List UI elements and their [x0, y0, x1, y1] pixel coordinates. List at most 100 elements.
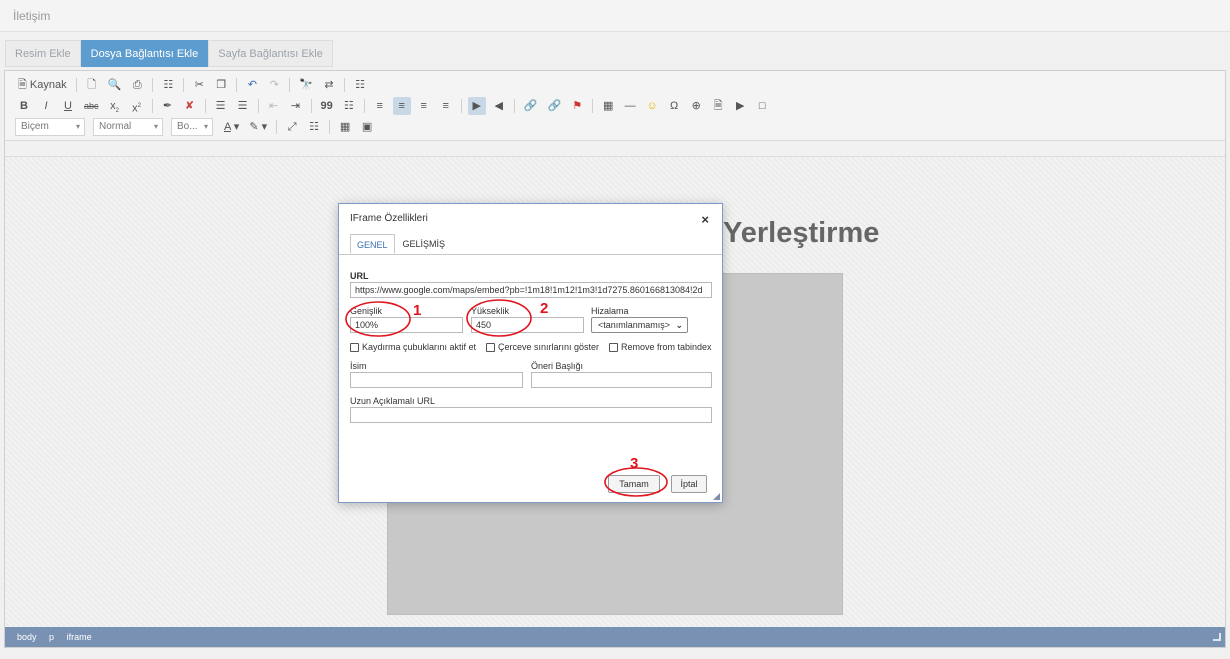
indent-icon[interactable]: ⇥	[287, 97, 305, 115]
close-icon[interactable]: ×	[701, 212, 709, 227]
layout-icon[interactable]: ▣	[358, 118, 376, 136]
cut-icon[interactable]: ✂	[190, 76, 208, 94]
subscript-button[interactable]: x2	[106, 97, 124, 115]
width-input[interactable]: 100%	[350, 317, 463, 333]
iframe-icon[interactable]: 🗎	[709, 97, 727, 115]
tab-sayfa-baglantisi-ekle[interactable]: Sayfa Bağlantısı Ekle	[208, 40, 333, 67]
underline-button[interactable]: U	[59, 97, 77, 115]
toolbar-separator	[183, 78, 185, 92]
remove-format-icon[interactable]: ✘	[181, 97, 199, 115]
youtube-icon[interactable]: ▶	[731, 97, 749, 115]
copy-icon[interactable]: ❐	[212, 76, 230, 94]
unlink-icon[interactable]: 🔗	[544, 97, 564, 115]
dialog-title: IFrame Özellikleri	[350, 213, 428, 224]
resize-grip-icon[interactable]	[1213, 633, 1221, 641]
table-icon[interactable]: ▦	[599, 97, 617, 115]
replace-icon[interactable]: ⇄	[320, 76, 338, 94]
smiley-icon[interactable]: ☺	[643, 97, 661, 115]
html5-video-icon[interactable]: □	[753, 97, 771, 115]
preview-icon[interactable]: 🔍	[105, 76, 125, 94]
justify-icon[interactable]: ≡	[437, 97, 455, 115]
superscript-button[interactable]: x2	[128, 97, 146, 115]
checkbox-box[interactable]	[350, 342, 359, 352]
longdesc-label: Uzun Açıklamalı URL	[350, 396, 436, 406]
rtl-icon[interactable]: ◀	[490, 97, 508, 115]
div-container-icon[interactable]: ☷	[340, 97, 358, 115]
style-combo[interactable]: Normal ▾	[93, 118, 163, 136]
show-blocks-icon[interactable]: ☷	[305, 118, 323, 136]
page-break-icon[interactable]: ⊕	[687, 97, 705, 115]
checkbox-box[interactable]	[486, 342, 495, 352]
tab-bar: Resim Ekle Dosya Bağlantısı Ekle Sayfa B…	[5, 40, 333, 67]
align-right-icon[interactable]: ≡	[415, 97, 433, 115]
format-combo-label: Biçem	[21, 121, 49, 132]
page-header: İletişim	[0, 0, 1230, 32]
horizontal-line-icon[interactable]: ―	[621, 97, 639, 115]
iframe-properties-dialog: IFrame Özellikleri × GENEL GELİŞMİŞ URL …	[338, 203, 723, 503]
cancel-button[interactable]: İptal	[671, 475, 707, 493]
ltr-icon[interactable]: ▶	[467, 97, 486, 115]
toolbar-separator	[289, 78, 291, 92]
toolbar-separator	[151, 99, 153, 113]
toolbar-row-3: Biçem ▾ Normal ▾ Bo... ▾ A ▾ ✎ ▾ ⤢ ☷ ▦ ▣	[15, 118, 380, 136]
tab-resim-ekle[interactable]: Resim Ekle	[5, 40, 81, 67]
url-input[interactable]: https://www.google.com/maps/embed?pb=!1m…	[350, 282, 712, 298]
path-p[interactable]: p	[49, 632, 54, 642]
blockquote-button[interactable]: 99	[318, 97, 336, 115]
ok-button[interactable]: Tamam	[608, 475, 660, 493]
numbered-list-icon[interactable]: ☰	[212, 97, 230, 115]
scrolling-checkbox[interactable]: Kaydırma çubuklarını aktif et	[350, 342, 476, 352]
align-label: Hizalama	[591, 306, 629, 316]
align-center-icon[interactable]: ≡	[392, 97, 411, 115]
print-icon[interactable]: ⎙	[128, 76, 146, 94]
advisory-title-input[interactable]	[531, 372, 712, 388]
frameborder-checkbox[interactable]: Çerceve sınırlarını göster	[486, 342, 599, 352]
toolbar-separator	[592, 99, 594, 113]
toolbar-separator	[363, 99, 365, 113]
chevron-down-icon: ▾	[203, 122, 208, 131]
chevron-down-icon: ⌄	[675, 320, 683, 330]
tab-genel[interactable]: GENEL	[350, 234, 395, 254]
link-icon[interactable]: 🔗	[521, 97, 541, 115]
toolbar-separator	[310, 99, 312, 113]
grid-icon[interactable]: ▦	[336, 118, 354, 136]
maximize-icon[interactable]: ⤢	[283, 118, 301, 136]
tabindex-checkbox[interactable]: Remove from tabindex	[609, 342, 712, 352]
find-icon[interactable]: 🔭	[296, 76, 316, 94]
align-select[interactable]: <tanımlanmamış> ⌄	[591, 317, 688, 333]
name-input[interactable]	[350, 372, 523, 388]
new-page-icon[interactable]: 🗋	[83, 76, 101, 94]
path-body[interactable]: body	[17, 632, 37, 642]
align-left-icon[interactable]: ≡	[371, 97, 389, 115]
copy-format-icon[interactable]: ✒	[159, 97, 177, 115]
chevron-down-icon: ▾	[75, 122, 80, 131]
font-combo-label: Bo...	[177, 121, 198, 132]
background-color-icon[interactable]: ✎ ▾	[246, 118, 270, 136]
select-all-icon[interactable]: ☷	[351, 76, 369, 94]
path-iframe[interactable]: iframe	[67, 632, 92, 642]
tabindex-checkbox-label: Remove from tabindex	[621, 342, 712, 352]
special-char-icon[interactable]: Ω	[665, 97, 683, 115]
bulleted-list-icon[interactable]: ☰	[234, 97, 252, 115]
toolbar-row-2: B I U abc x2 x2 ✒ ✘ ☰ ☰ ⇤ ⇥ 99 ☷ ≡ ≡ ≡ ≡…	[15, 97, 775, 115]
height-input[interactable]: 450	[471, 317, 584, 333]
source-icon: 🗎	[18, 79, 27, 91]
dialog-resize-grip-icon[interactable]	[713, 493, 720, 500]
undo-icon[interactable]: ↶	[243, 76, 261, 94]
longdesc-input[interactable]	[350, 407, 712, 423]
strike-button[interactable]: abc	[81, 97, 102, 115]
tab-dosya-baglantisi-ekle[interactable]: Dosya Bağlantısı Ekle	[80, 40, 209, 67]
templates-icon[interactable]: ☷	[159, 76, 177, 94]
font-combo[interactable]: Bo... ▾	[171, 118, 213, 136]
tab-gelismis[interactable]: GELİŞMİŞ	[397, 234, 452, 254]
bold-button[interactable]: B	[15, 97, 33, 115]
checkbox-box[interactable]	[609, 342, 618, 352]
anchor-icon[interactable]: ⚑	[568, 97, 586, 115]
text-color-button[interactable]: A ▾	[221, 118, 242, 136]
redo-icon[interactable]: ↷	[265, 76, 283, 94]
toolbar-separator	[152, 78, 154, 92]
format-combo[interactable]: Biçem ▾	[15, 118, 85, 136]
italic-button[interactable]: I	[37, 97, 55, 115]
outdent-icon[interactable]: ⇤	[265, 97, 283, 115]
source-button[interactable]: 🗎 Kaynak	[15, 76, 70, 94]
